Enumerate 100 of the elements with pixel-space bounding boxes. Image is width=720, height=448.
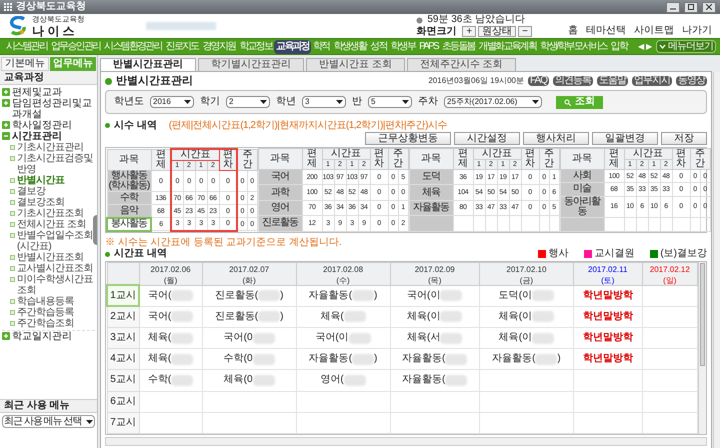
- close-button[interactable]: [702, 2, 716, 12]
- date-header: 2017.02.08 (수): [296, 262, 390, 285]
- nav-item[interactable]: 교육과정: [274, 40, 311, 54]
- minimize-button[interactable]: [666, 2, 680, 12]
- header-link[interactable]: 테마선택: [586, 26, 626, 36]
- subject-cell[interactable]: 미술: [560, 182, 604, 196]
- expand-icon[interactable]: [2, 99, 10, 107]
- expand-icon[interactable]: [2, 332, 10, 340]
- tool-button[interactable]: FAQ: [528, 76, 549, 86]
- tree-item[interactable]: 기초시간표검증및반영: [17, 153, 95, 175]
- subject-cell[interactable]: 수학: [107, 192, 151, 204]
- filter-select[interactable]: 5: [368, 96, 412, 108]
- period-cell[interactable]: 5교시: [107, 370, 139, 392]
- action-button[interactable]: 저장: [661, 132, 707, 145]
- collapse-icon[interactable]: [2, 132, 10, 140]
- tree-folder[interactable]: 학사일정관리: [12, 120, 72, 131]
- expand-icon[interactable]: [2, 121, 10, 129]
- subject-cell[interactable]: 진로활동: [258, 216, 302, 231]
- page-icon: [10, 200, 15, 205]
- action-button[interactable]: 시간설정: [454, 132, 520, 145]
- subject-cell[interactable]: 사회: [560, 170, 604, 183]
- tree-item[interactable]: 미이수학생시간표조회: [17, 274, 95, 296]
- summary-note: (편제|전체시간표(1,2학기)|현재까지시간표(1,2학기)|편차|주간)시수: [168, 120, 447, 130]
- recent-menu-select[interactable]: 최근 사용 메뉴 선택: [2, 415, 95, 428]
- action-button[interactable]: 근무상황변동: [365, 132, 451, 145]
- zoom-button[interactable]: −: [518, 26, 532, 37]
- subject-cell[interactable]: 체육: [409, 184, 453, 200]
- logo-icon: [8, 16, 28, 36]
- subject-cell[interactable]: 행사활동(학사활동): [107, 170, 151, 192]
- horizontal-scrollbar[interactable]: [105, 437, 707, 446]
- subject-cell[interactable]: 영어: [258, 200, 302, 216]
- class-text: 체육(이: [498, 312, 532, 322]
- period-cell[interactable]: 4교시: [107, 348, 139, 370]
- page-tab[interactable]: 전체주간시수 조회: [406, 58, 516, 71]
- tree-folder[interactable]: 담임편성관리및교과개설: [12, 98, 95, 120]
- caret-icon: [402, 100, 409, 104]
- class-text: 자율활동(: [492, 354, 536, 364]
- expand-icon[interactable]: [2, 88, 10, 96]
- scrollbar[interactable]: [698, 262, 706, 434]
- tree-item[interactable]: 교사별시간표조회: [17, 263, 93, 274]
- blurred-text: [171, 311, 194, 322]
- tool-button[interactable]: 동영상: [676, 76, 707, 86]
- tree-item[interactable]: 학습내용등록: [17, 296, 74, 307]
- class-text: 자율활동(: [402, 375, 446, 386]
- period-cell[interactable]: 6교시: [107, 391, 139, 412]
- subject-cell[interactable]: 음악: [107, 204, 151, 218]
- maximize-icon: [688, 4, 694, 10]
- tree-item[interactable]: 결보강조회: [17, 197, 64, 208]
- maximize-button[interactable]: [684, 2, 698, 12]
- page-tab[interactable]: 학기별시간표관리: [198, 58, 304, 71]
- tree-folder[interactable]: 편제및교과: [12, 87, 62, 98]
- class-text: 진로활동(: [214, 290, 258, 301]
- zoom-button[interactable]: 원상태: [478, 26, 516, 37]
- class-text: 체육(서: [407, 333, 440, 343]
- column-header: 편제: [604, 148, 624, 170]
- tool-button[interactable]: 의견등록: [553, 76, 593, 86]
- header-link[interactable]: 나가기: [682, 26, 712, 36]
- action-button[interactable]: 일괄변경: [592, 132, 658, 145]
- header-link[interactable]: 사이트맵: [634, 26, 674, 36]
- collapse-handle[interactable]: [93, 215, 97, 245]
- scrollbar[interactable]: [713, 72, 720, 448]
- subject-cell[interactable]: 국어: [258, 170, 302, 185]
- subject-cell[interactable]: 동아리활동: [560, 196, 604, 218]
- period-cell[interactable]: 1교시: [107, 285, 139, 306]
- action-button[interactable]: 행사처리: [523, 132, 589, 145]
- tree-item[interactable]: 반별시간표: [17, 175, 64, 186]
- tool-button[interactable]: 도움말: [597, 76, 628, 86]
- tree-item[interactable]: 기초시간표관리: [17, 142, 84, 153]
- filter-label: 학년: [276, 97, 296, 107]
- filter-select[interactable]: 3: [302, 96, 346, 108]
- column-header: 과목: [560, 148, 604, 170]
- tree-folder[interactable]: 시간표관리: [12, 131, 62, 142]
- page-tab[interactable]: 반별시간표 조회: [306, 58, 405, 71]
- period-cell[interactable]: 7교시: [107, 412, 139, 434]
- tool-button[interactable]: 업무지시: [632, 76, 672, 86]
- sidebar-tab[interactable]: 기본메뉴: [1, 57, 49, 71]
- filter-select[interactable]: 2016: [150, 96, 194, 108]
- tree-item[interactable]: 반별시간표조회: [17, 252, 84, 263]
- page-tab[interactable]: 반별시간표관리: [100, 58, 196, 71]
- header-link[interactable]: 홈: [568, 26, 578, 36]
- filter-select[interactable]: 25주차(2017.02.06): [444, 96, 542, 108]
- tree-item[interactable]: 기초시간표조회: [17, 208, 84, 219]
- tree-item[interactable]: 반별수업일수조회(시간표): [17, 230, 95, 252]
- tree-folder[interactable]: 학교일지관리: [12, 331, 72, 342]
- blurred-text: [445, 374, 468, 386]
- subject-cell[interactable]: 도덕: [409, 170, 453, 185]
- subject-cell[interactable]: 자율활동: [409, 200, 453, 216]
- blurred-text: [352, 290, 374, 302]
- tree-item[interactable]: 전체시간표 조회: [17, 219, 86, 230]
- more-menu-button[interactable]: 메뉴더보기: [656, 40, 716, 53]
- period-cell[interactable]: 3교시: [107, 327, 139, 349]
- subject-cell[interactable]: 봉사활동: [107, 218, 151, 230]
- tree-item[interactable]: 결보강: [17, 186, 46, 197]
- tree-item[interactable]: 주간학습조회: [17, 318, 74, 329]
- period-cell[interactable]: 2교시: [107, 306, 139, 328]
- tree-item[interactable]: 주간학습등록: [17, 307, 74, 318]
- filter-select[interactable]: 2: [226, 96, 270, 108]
- blurred-text: [440, 332, 462, 344]
- zoom-button[interactable]: +: [462, 26, 476, 37]
- subject-cell[interactable]: 과학: [258, 184, 302, 200]
